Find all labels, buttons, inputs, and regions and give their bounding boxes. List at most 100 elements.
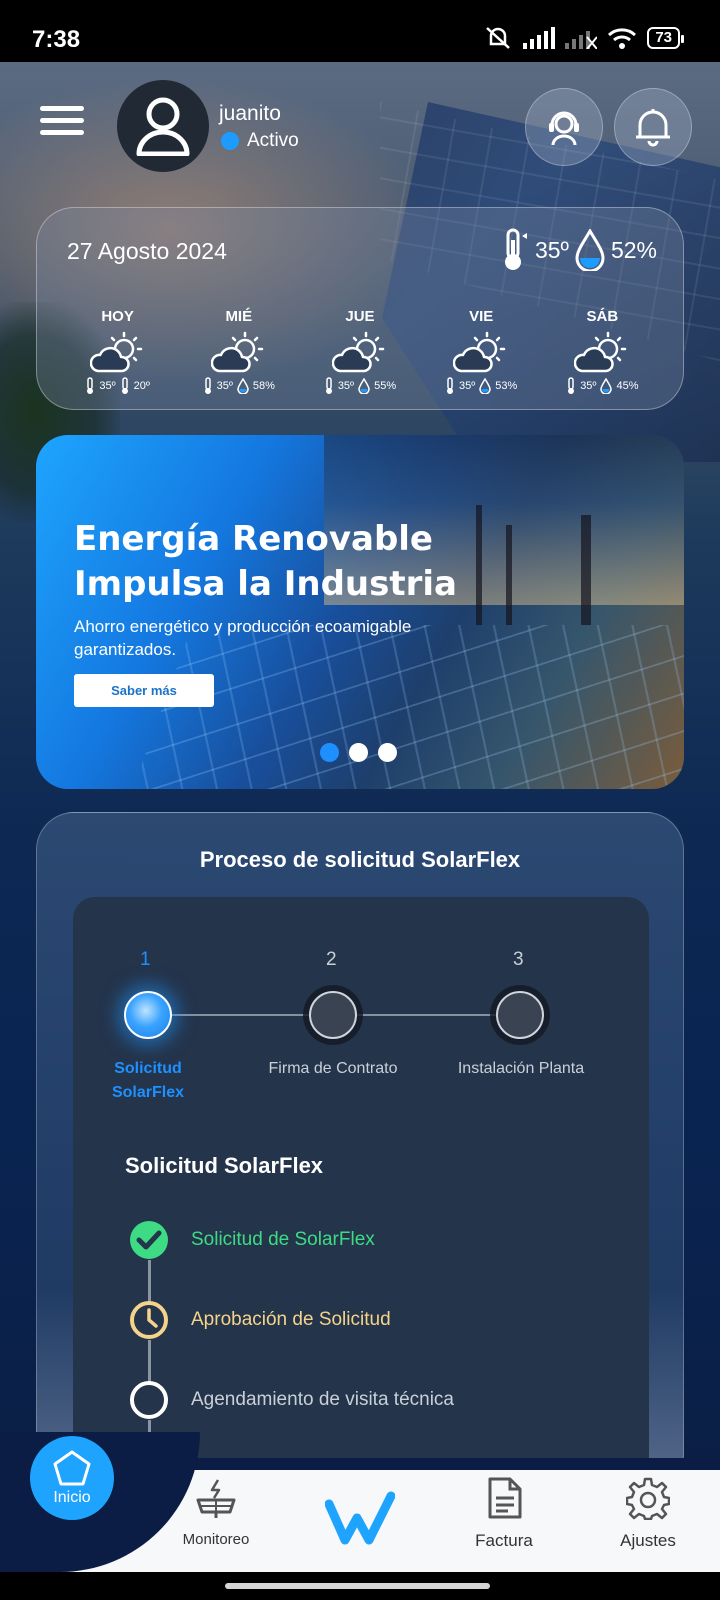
forecast-values: 35º 58%	[184, 377, 294, 395]
invoice-icon	[488, 1477, 522, 1519]
nav-home-label: Inicio	[53, 1489, 91, 1506]
humidity-drop-icon	[358, 378, 370, 394]
clock: 7:38	[32, 26, 81, 53]
nav-ajustes-label: Ajustes	[620, 1531, 676, 1550]
learn-more-button[interactable]: Saber más	[74, 674, 214, 707]
step-label-3: Instalación Planta	[457, 1060, 585, 1077]
partly-cloudy-icon	[305, 331, 415, 375]
humidity-drop-icon	[600, 378, 613, 394]
nav-factura[interactable]: Factura	[449, 1476, 559, 1551]
humidity-drop-icon	[575, 229, 605, 271]
thermometer-icon	[504, 228, 527, 270]
step-connector	[172, 1014, 312, 1016]
forecast-day-name: HOY	[101, 308, 134, 325]
status-text: Activo	[247, 130, 299, 151]
signal-off-icon	[565, 31, 598, 49]
step-connector	[356, 1014, 496, 1016]
forecast-day-name: JUE	[345, 308, 375, 325]
process-title: Proceso de solicitud SolarFlex	[199, 847, 521, 872]
humidity-drop-icon	[237, 378, 249, 394]
clock-icon	[129, 1300, 169, 1340]
solar-panel-icon	[196, 1479, 236, 1518]
forecast-values: 35º 55%	[305, 377, 415, 395]
carousel-dot[interactable]	[320, 743, 339, 762]
step-circle-1[interactable]	[124, 991, 172, 1039]
nav-ajustes[interactable]: Ajustes	[593, 1476, 703, 1551]
forecast-day-name: MIÉ	[225, 308, 253, 325]
forecast-temp: 35º	[580, 380, 597, 392]
silent-icon	[486, 27, 511, 49]
signal-icon	[523, 27, 556, 49]
check-circle-icon	[129, 1220, 169, 1260]
forecast-second: 58%	[252, 380, 275, 392]
nav-monitoreo[interactable]: Monitoreo	[161, 1476, 271, 1548]
step-number-3: 3	[513, 949, 524, 970]
forecast-day-name: SÁB	[586, 308, 619, 325]
thermometer-icon	[325, 377, 332, 394]
nav-home[interactable]: Inicio	[30, 1436, 114, 1520]
notifications-button[interactable]	[614, 88, 692, 166]
carousel-dot[interactable]	[349, 743, 368, 762]
username: juanito	[219, 102, 281, 125]
carousel-dot[interactable]	[378, 743, 397, 762]
timeline-connector	[148, 1260, 151, 1302]
weather-date: 27 Agosto 2024	[67, 238, 227, 264]
current-temp: 35º	[534, 236, 569, 263]
brand-logo[interactable]	[305, 1490, 415, 1551]
bottom-nav: Inicio Monitoreo Factura Ajustes	[0, 1432, 720, 1572]
forecast-day: VIE 35º 53%	[426, 308, 536, 395]
partly-cloudy-icon	[63, 331, 173, 375]
promo-banner[interactable]: Energía Renovable Impulsa la Industria Ah…	[36, 435, 684, 789]
thermometer-icon	[121, 377, 128, 394]
forecast-second: 53%	[495, 380, 518, 392]
timeline-item: Aprobación de Solicitud	[129, 1300, 391, 1340]
step-label-1: Solicitud SolarFlex	[111, 1060, 185, 1101]
wifi-icon	[608, 28, 637, 49]
timeline-label: Solicitud de SolarFlex	[191, 1229, 375, 1250]
thermometer-icon	[87, 377, 94, 394]
carousel-dots	[320, 743, 397, 762]
step-number-2: 2	[326, 949, 337, 970]
forecast-values: 35º 45%	[547, 377, 657, 395]
avatar[interactable]	[117, 80, 209, 172]
brand-w-logo	[324, 1491, 396, 1545]
menu-icon[interactable]	[40, 106, 84, 140]
forecast-values: 35º 20º	[63, 377, 173, 395]
current-weather: 35º 52%	[499, 228, 657, 272]
home-pentagon-icon	[53, 1450, 91, 1486]
weather-card: 27 Agosto 2024 35º 52% HOY 35º 20º MIÉ 35º 58…	[36, 207, 684, 410]
forecast-temp: 35º	[337, 380, 355, 392]
step-circle-2[interactable]	[309, 991, 357, 1039]
app-header: juanito Activo	[0, 62, 720, 202]
step-label-2: Firma de Contrato	[268, 1060, 398, 1077]
headset-icon	[549, 111, 579, 146]
banner-title: Energía Renovable Impulsa la Industria	[74, 519, 457, 604]
thermometer-icon	[568, 377, 575, 394]
forecast-day: SÁB 35º 45%	[547, 308, 657, 395]
forecast-day-name: VIE	[469, 308, 494, 325]
partly-cloudy-icon	[184, 331, 294, 375]
process-card: Proceso de solicitud SolarFlex 1 2 3 Sol…	[36, 812, 684, 1517]
forecast-temp: 35º	[459, 380, 476, 392]
forecast-second: 55%	[374, 380, 397, 392]
process-panel: 1 2 3 Solicitud SolarFlex Firma de Contr…	[73, 897, 649, 1517]
partly-cloudy-icon	[426, 331, 536, 375]
status-icons: 73	[483, 26, 684, 50]
forecast-temp: 35º	[99, 380, 116, 392]
section-subtitle: Solicitud SolarFlex	[125, 1153, 324, 1178]
thermometer-icon	[447, 377, 453, 394]
user-icon	[136, 97, 190, 156]
forecast-day: JUE 35º 55%	[305, 308, 415, 395]
current-humidity: 52%	[610, 236, 657, 263]
forecast-day: HOY 35º 20º	[63, 308, 173, 395]
timeline-label: Agendamiento de visita técnica	[191, 1389, 454, 1410]
support-button[interactable]	[525, 88, 603, 166]
timeline-connector	[148, 1340, 151, 1382]
home-indicator[interactable]	[225, 1583, 490, 1589]
timeline-item: Agendamiento de visita técnica	[129, 1380, 454, 1420]
step-circle-3[interactable]	[496, 991, 544, 1039]
gear-icon	[625, 1477, 671, 1521]
nav-factura-label: Factura	[475, 1531, 533, 1550]
bell-icon	[636, 109, 670, 147]
step-number-1: 1	[140, 949, 151, 970]
